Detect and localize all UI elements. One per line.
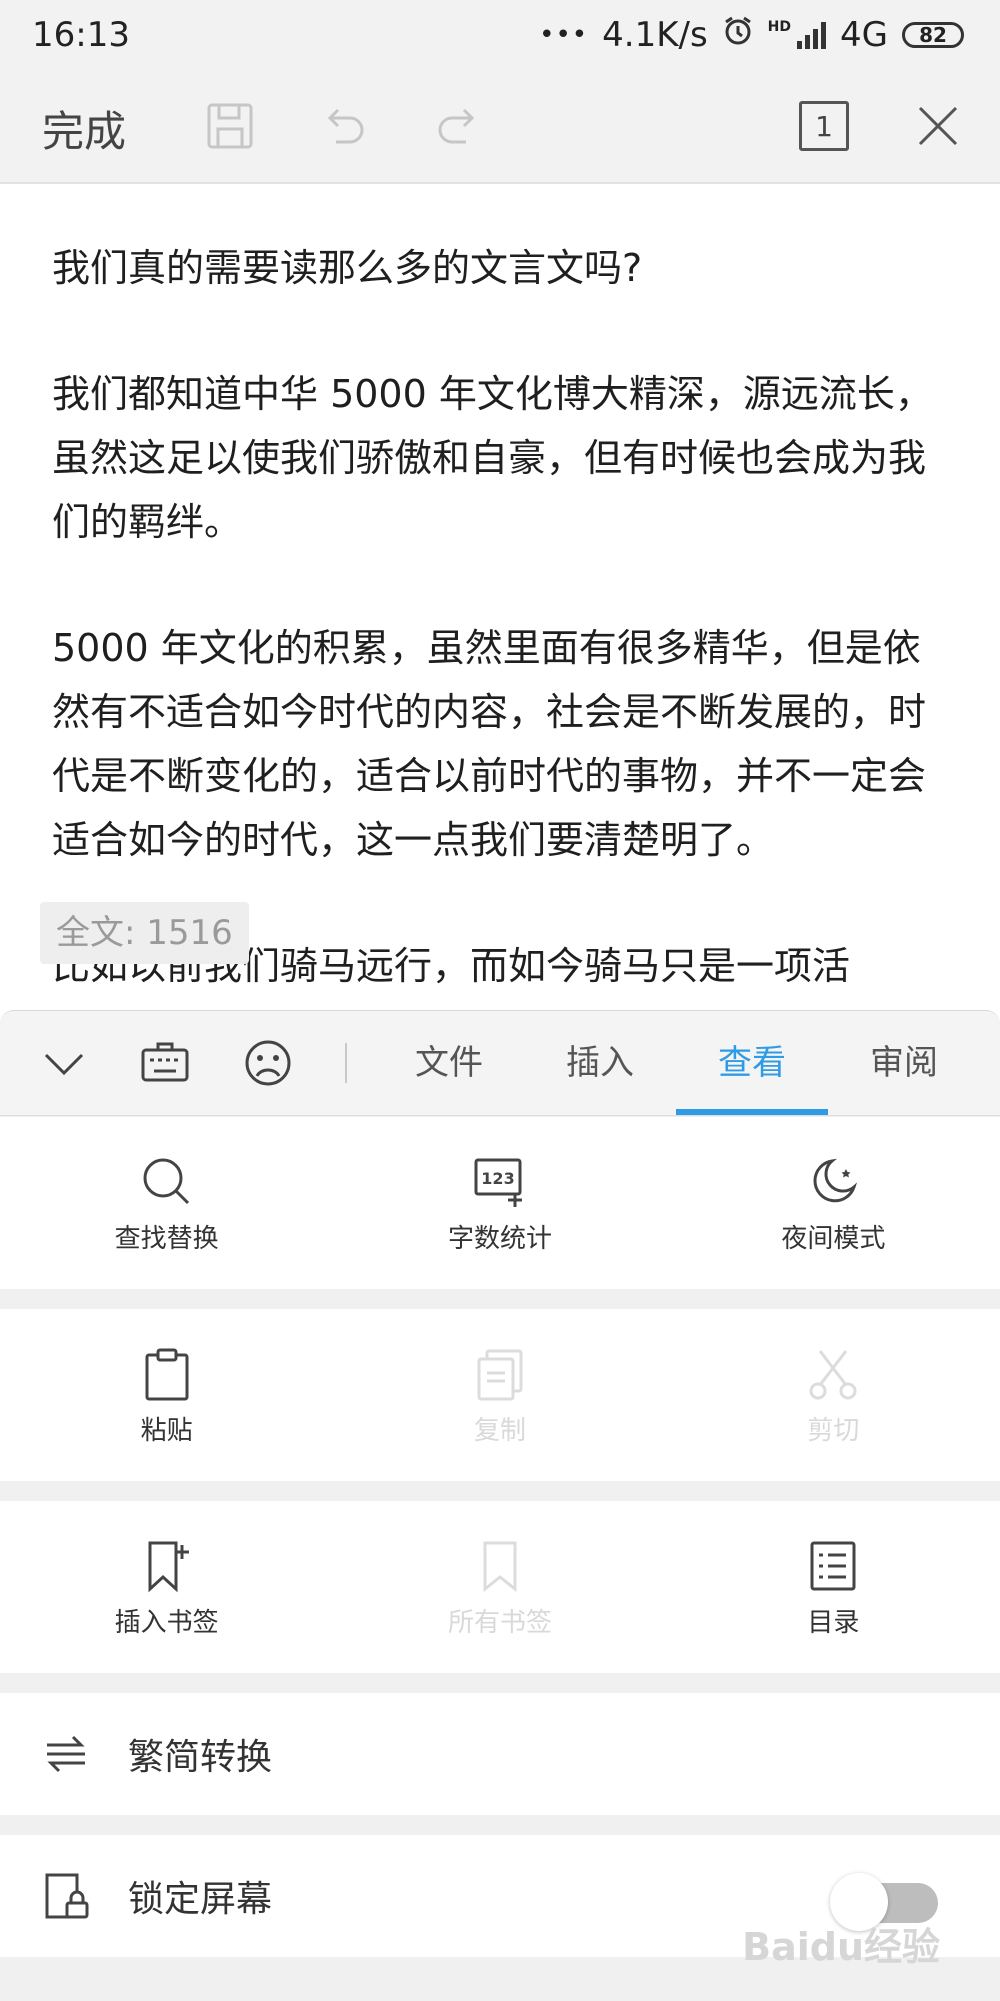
find-replace-label: 查找替换 bbox=[114, 1223, 219, 1254]
emoji-icon[interactable] bbox=[240, 1035, 296, 1091]
word-count-badge: 全文: 1516 bbox=[40, 902, 249, 964]
top-toolbar: 完成 1 bbox=[0, 70, 1000, 184]
insert-bookmark-button[interactable]: 插入书签 bbox=[0, 1501, 333, 1673]
word-count-button[interactable]: 123 字数统计 bbox=[333, 1117, 666, 1289]
tab-divider bbox=[345, 1043, 347, 1083]
more-dots-icon: ••• bbox=[539, 20, 589, 50]
table-of-contents-button[interactable]: 目录 bbox=[667, 1501, 1000, 1673]
all-bookmarks-label: 所有书签 bbox=[447, 1607, 552, 1638]
document-body[interactable]: 我们真的需要读那么多的文言文吗? 我们都知道中华 5000 年文化博大精深，源远… bbox=[0, 184, 1000, 1010]
panel-tab-bar: 文件 插入 查看 审阅 bbox=[0, 1011, 1000, 1116]
tab-insert[interactable]: 插入 bbox=[525, 1011, 675, 1115]
night-mode-button[interactable]: 夜间模式 bbox=[667, 1117, 1000, 1289]
undo-icon[interactable] bbox=[316, 98, 372, 154]
find-replace-button[interactable]: 查找替换 bbox=[0, 1117, 333, 1289]
bookmark-add-icon bbox=[137, 1536, 197, 1596]
paste-button[interactable]: 粘贴 bbox=[0, 1309, 333, 1481]
tools-panel: 文件 插入 查看 审阅 查找替换 123 字数统计 夜间模式 粘贴 复制 剪切 … bbox=[0, 1010, 1000, 2001]
view-tools-row: 查找替换 123 字数统计 夜间模式 bbox=[0, 1117, 1000, 1289]
keyboard-icon[interactable] bbox=[137, 1035, 193, 1091]
bookmark-row: 插入书签 所有书签 目录 bbox=[0, 1501, 1000, 1673]
lock-screen-label: 锁定屏幕 bbox=[128, 1879, 273, 1920]
convert-label: 繁简转换 bbox=[128, 1737, 273, 1778]
cut-button[interactable]: 剪切 bbox=[667, 1309, 1000, 1481]
tab-file[interactable]: 文件 bbox=[374, 1011, 524, 1115]
clipboard-row: 粘贴 复制 剪切 bbox=[0, 1309, 1000, 1481]
battery-icon: 82 bbox=[902, 22, 964, 48]
done-button[interactable]: 完成 bbox=[42, 98, 126, 159]
status-bar: 16:13 ••• 4.1K/s HD 4G 82 bbox=[0, 0, 1000, 70]
bookmark-icon bbox=[470, 1536, 530, 1596]
cut-label: 剪切 bbox=[807, 1415, 860, 1446]
scissors-icon bbox=[803, 1344, 863, 1404]
moon-icon bbox=[803, 1152, 863, 1212]
tab-review[interactable]: 审阅 bbox=[829, 1011, 979, 1115]
watermark-logo: Baidu经验 bbox=[742, 1925, 940, 1969]
all-bookmarks-button[interactable]: 所有书签 bbox=[333, 1501, 666, 1673]
night-mode-label: 夜间模式 bbox=[781, 1223, 886, 1254]
paste-label: 粘贴 bbox=[140, 1415, 193, 1446]
document-paragraph: 我们真的需要读那么多的文言文吗? bbox=[52, 246, 643, 290]
word-count-icon: 123 bbox=[470, 1152, 530, 1212]
network-speed: 4.1K/s bbox=[602, 15, 708, 55]
search-icon bbox=[137, 1152, 197, 1212]
svg-text:123: 123 bbox=[481, 1169, 514, 1188]
list-icon bbox=[803, 1536, 863, 1596]
table-of-contents-label: 目录 bbox=[807, 1607, 860, 1638]
hd-badge: HD bbox=[767, 19, 792, 35]
lock-screen-icon bbox=[36, 1866, 96, 1926]
alarm-icon bbox=[722, 15, 754, 56]
copy-icon bbox=[470, 1344, 530, 1404]
copy-label: 复制 bbox=[473, 1415, 526, 1446]
page-count-button[interactable]: 1 bbox=[796, 98, 852, 154]
clipboard-icon bbox=[137, 1344, 197, 1404]
convert-icon bbox=[36, 1724, 96, 1784]
redo-icon[interactable] bbox=[430, 98, 486, 154]
document-paragraph: 5000 年文化的积累，虽然里面有很多精华，但是依然有不适合如今时代的内容，社会… bbox=[52, 626, 927, 862]
simplified-traditional-convert-row[interactable]: 繁简转换 bbox=[0, 1693, 1000, 1815]
signal-icon bbox=[797, 21, 827, 49]
copy-button[interactable]: 复制 bbox=[333, 1309, 666, 1481]
insert-bookmark-label: 插入书签 bbox=[114, 1607, 219, 1638]
status-time: 16:13 bbox=[32, 15, 130, 55]
network-type: 4G bbox=[840, 15, 888, 55]
word-count-label: 字数统计 bbox=[447, 1223, 552, 1254]
collapse-chevron-icon[interactable] bbox=[36, 1035, 92, 1091]
page-count: 1 bbox=[799, 101, 849, 151]
close-icon[interactable] bbox=[910, 98, 966, 154]
document-paragraph: 我们都知道中华 5000 年文化博大精深，源远流长，虽然这足以使我们骄傲和自豪，… bbox=[52, 372, 933, 544]
tab-view[interactable]: 查看 bbox=[677, 1011, 827, 1115]
status-indicators: ••• 4.1K/s HD 4G 82 bbox=[539, 15, 964, 56]
save-icon[interactable] bbox=[202, 98, 258, 154]
active-tab-indicator bbox=[676, 1109, 828, 1115]
